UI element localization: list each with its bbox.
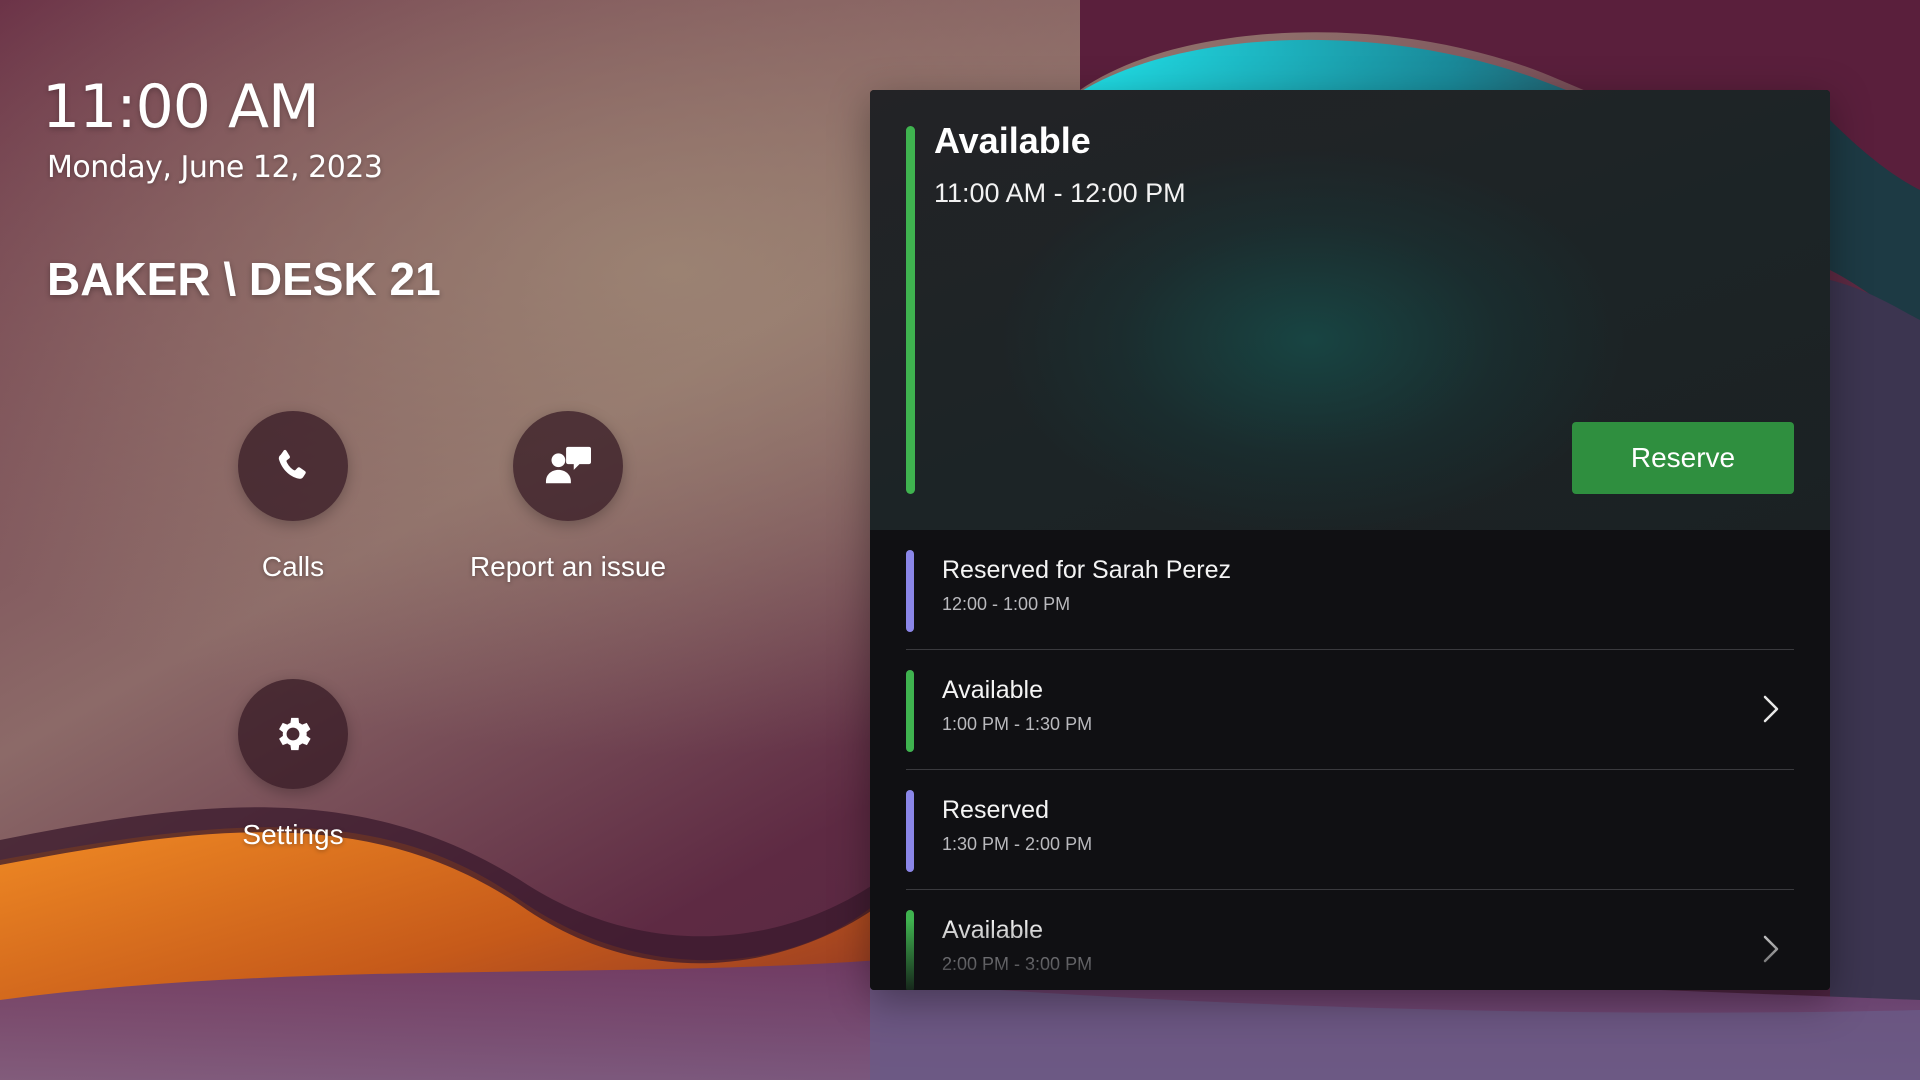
schedule-item-title: Reserved <box>942 796 1049 824</box>
phone-icon <box>278 449 306 479</box>
available-status-bar <box>906 670 914 752</box>
current-time-range: 11:00 AM - 12:00 PM <box>934 178 1186 208</box>
room-name: BAKER \ DESK 21 <box>47 253 441 305</box>
schedule-item: Reserved for Sarah Perez 12:00 - 1:00 PM <box>906 530 1794 650</box>
schedule-item-title: Reserved for Sarah Perez <box>942 556 1232 584</box>
reserve-button[interactable]: Reserve <box>1572 422 1794 494</box>
settings-button[interactable] <box>238 679 348 789</box>
schedule-item[interactable]: Available 2:00 PM - 3:00 PM <box>906 890 1794 990</box>
schedule-item-time: 12:00 - 1:00 PM <box>942 594 1071 614</box>
calls-label: Calls <box>261 551 325 582</box>
schedule-item-time: 2:00 PM - 3:00 PM <box>942 954 1093 974</box>
schedule-item[interactable]: Available 1:00 PM - 1:30 PM <box>906 650 1794 770</box>
booking-panel: Available 11:00 AM - 12:00 PM Reserve Re… <box>870 90 1830 990</box>
schedule-item: Reserved 1:30 PM - 2:00 PM <box>906 770 1794 890</box>
calls-button[interactable] <box>238 411 348 521</box>
schedule-list: Reserved for Sarah Perez 12:00 - 1:00 PM… <box>870 530 1830 990</box>
clock-time: 11:00 AM <box>42 72 320 142</box>
report-issue-button[interactable] <box>513 411 623 521</box>
schedule-item-time: 1:00 PM - 1:30 PM <box>942 714 1093 734</box>
current-slot-card: Available 11:00 AM - 12:00 PM Reserve <box>870 90 1830 530</box>
chevron-right-icon[interactable] <box>1756 932 1786 966</box>
schedule-item-time: 1:30 PM - 2:00 PM <box>942 834 1093 854</box>
available-status-bar <box>906 910 914 990</box>
clock-date: Monday, June 12, 2023 <box>47 150 383 185</box>
chevron-right-icon[interactable] <box>1756 692 1786 726</box>
report-issue-label: Report an issue <box>469 551 667 582</box>
gear-icon <box>279 717 311 751</box>
reserved-status-bar <box>906 790 914 872</box>
settings-tile[interactable]: Settings <box>163 679 423 851</box>
schedule-item-title: Available <box>942 676 1044 704</box>
calls-tile[interactable]: Calls <box>163 411 423 583</box>
report-issue-icon <box>545 446 591 484</box>
report-issue-tile[interactable]: Report an issue <box>438 411 698 583</box>
schedule-item-title: Available <box>942 916 1044 944</box>
reserved-status-bar <box>906 550 914 632</box>
current-status: Available <box>934 120 1091 161</box>
current-status-bar <box>906 126 915 494</box>
settings-label: Settings <box>242 819 344 850</box>
